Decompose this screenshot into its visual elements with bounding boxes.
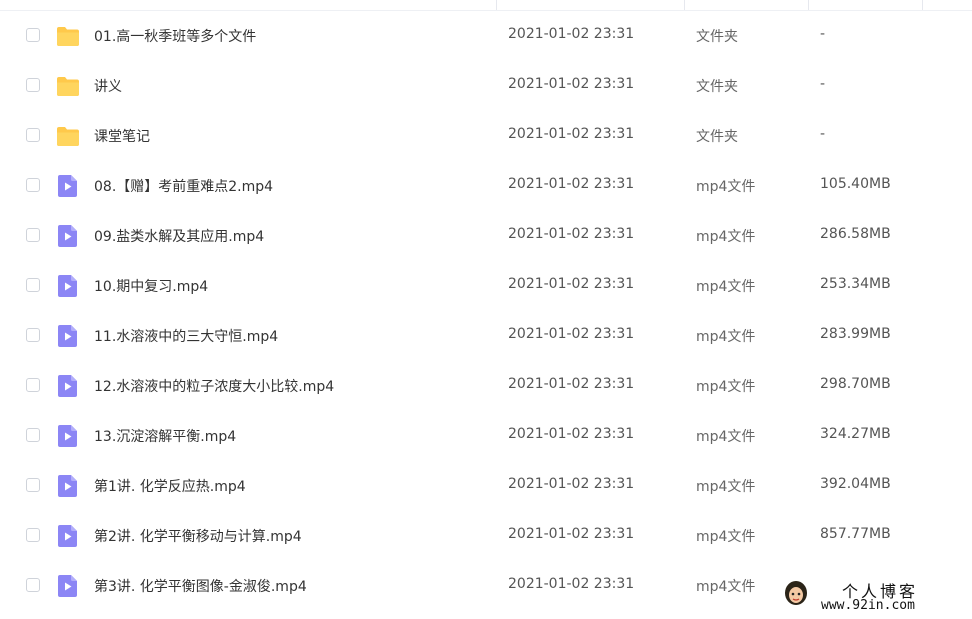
file-type: mp4文件 (696, 429, 756, 445)
row-checkbox[interactable] (26, 478, 40, 492)
video-file-icon (56, 275, 80, 297)
file-name[interactable]: 讲义 (94, 76, 122, 96)
column-header-strip (0, 0, 972, 11)
file-row[interactable]: 第1讲. 化学反应热.mp4 2021-01-02 23:31 mp4文件 392.0… (0, 461, 972, 511)
file-name[interactable]: 课堂笔记 (94, 126, 150, 146)
file-size: 286.58MB (820, 226, 891, 242)
file-row[interactable]: 10.期中复习.mp4 2021-01-02 23:31 mp4文件 253.34MB (0, 261, 972, 311)
modified-date: 2021-01-02 23:31 (508, 376, 635, 392)
row-checkbox[interactable] (26, 578, 40, 592)
file-type: mp4文件 (696, 229, 756, 245)
file-type: mp4文件 (696, 479, 756, 495)
modified-date: 2021-01-02 23:31 (508, 76, 635, 92)
column-divider[interactable] (684, 0, 685, 10)
file-name[interactable]: 08.【赠】考前重难点2.mp4 (94, 176, 273, 196)
file-row[interactable]: 第2讲. 化学平衡移动与计算.mp4 2021-01-02 23:31 mp4文件 8… (0, 511, 972, 561)
folder-icon (56, 25, 80, 47)
file-type: mp4文件 (696, 379, 756, 395)
column-divider[interactable] (922, 0, 923, 10)
file-name[interactable]: 10.期中复习.mp4 (94, 276, 208, 296)
file-row[interactable]: 12.水溶液中的粒子浓度大小比较.mp4 2021-01-02 23:31 mp4文… (0, 361, 972, 411)
file-row[interactable]: 课堂笔记 2021-01-02 23:31 文件夹 - (0, 111, 972, 161)
row-checkbox[interactable] (26, 228, 40, 242)
row-checkbox[interactable] (26, 278, 40, 292)
modified-date: 2021-01-02 23:31 (508, 276, 635, 292)
file-type: mp4文件 (696, 579, 756, 595)
folder-icon (56, 75, 80, 97)
video-file-icon (56, 575, 80, 597)
video-file-icon (56, 525, 80, 547)
modified-date: 2021-01-02 23:31 (508, 126, 635, 142)
column-divider[interactable] (496, 0, 497, 10)
file-type: mp4文件 (696, 279, 756, 295)
file-size: - (820, 26, 826, 42)
row-checkbox[interactable] (26, 378, 40, 392)
file-size: 253.34MB (820, 276, 891, 292)
row-checkbox[interactable] (26, 78, 40, 92)
modified-date: 2021-01-02 23:31 (508, 576, 635, 592)
file-list: 01.高一秋季班等多个文件 2021-01-02 23:31 文件夹 - 讲义 2021-… (0, 11, 972, 611)
modified-date: 2021-01-02 23:31 (508, 226, 635, 242)
file-row[interactable]: 11.水溶液中的三大守恒.mp4 2021-01-02 23:31 mp4文件 283… (0, 311, 972, 361)
video-file-icon (56, 375, 80, 397)
video-file-icon (56, 175, 80, 197)
file-type: 文件夹 (696, 29, 738, 45)
file-size: 283.99MB (820, 326, 891, 342)
file-size: - (820, 126, 826, 142)
file-name[interactable]: 第2讲. 化学平衡移动与计算.mp4 (94, 526, 302, 546)
modified-date: 2021-01-02 23:31 (508, 476, 635, 492)
row-checkbox[interactable] (26, 28, 40, 42)
file-name[interactable]: 12.水溶液中的粒子浓度大小比较.mp4 (94, 376, 334, 396)
file-size: 857.77MB (820, 526, 891, 542)
file-name[interactable]: 11.水溶液中的三大守恒.mp4 (94, 326, 278, 346)
modified-date: 2021-01-02 23:31 (508, 426, 635, 442)
video-file-icon (56, 325, 80, 347)
file-row[interactable]: 01.高一秋季班等多个文件 2021-01-02 23:31 文件夹 - (0, 11, 972, 61)
file-name[interactable]: 第1讲. 化学反应热.mp4 (94, 476, 246, 496)
video-file-icon (56, 225, 80, 247)
row-checkbox[interactable] (26, 528, 40, 542)
file-row[interactable]: 09.盐类水解及其应用.mp4 2021-01-02 23:31 mp4文件 286.… (0, 211, 972, 261)
file-name[interactable]: 01.高一秋季班等多个文件 (94, 26, 256, 46)
modified-date: 2021-01-02 23:31 (508, 26, 635, 42)
file-name[interactable]: 第3讲. 化学平衡图像-金淑俊.mp4 (94, 576, 307, 596)
folder-icon (56, 125, 80, 147)
file-size: 324.27MB (820, 426, 891, 442)
file-type: 文件夹 (696, 129, 738, 145)
row-checkbox[interactable] (26, 178, 40, 192)
file-type: mp4文件 (696, 529, 756, 545)
watermark-url: www.92in.com (821, 598, 915, 613)
file-size: 392.04MB (820, 476, 891, 492)
modified-date: 2021-01-02 23:31 (508, 176, 635, 192)
file-size: 105.40MB (820, 176, 891, 192)
video-file-icon (56, 475, 80, 497)
file-row[interactable]: 讲义 2021-01-02 23:31 文件夹 - (0, 61, 972, 111)
file-name[interactable]: 13.沉淀溶解平衡.mp4 (94, 426, 236, 446)
row-checkbox[interactable] (26, 328, 40, 342)
file-type: mp4文件 (696, 179, 756, 195)
file-row[interactable]: 13.沉淀溶解平衡.mp4 2021-01-02 23:31 mp4文件 324.27… (0, 411, 972, 461)
file-row[interactable]: 08.【赠】考前重难点2.mp4 2021-01-02 23:31 mp4文件 105… (0, 161, 972, 211)
file-name[interactable]: 09.盐类水解及其应用.mp4 (94, 226, 264, 246)
file-type: 文件夹 (696, 79, 738, 95)
row-checkbox[interactable] (26, 428, 40, 442)
avatar-icon (785, 581, 807, 605)
modified-date: 2021-01-02 23:31 (508, 326, 635, 342)
column-divider[interactable] (808, 0, 809, 10)
watermark: 个人博客 www.92in.com (776, 572, 972, 619)
file-size: 298.70MB (820, 376, 891, 392)
file-size: - (820, 76, 826, 92)
file-type: mp4文件 (696, 329, 756, 345)
video-file-icon (56, 425, 80, 447)
modified-date: 2021-01-02 23:31 (508, 526, 635, 542)
row-checkbox[interactable] (26, 128, 40, 142)
